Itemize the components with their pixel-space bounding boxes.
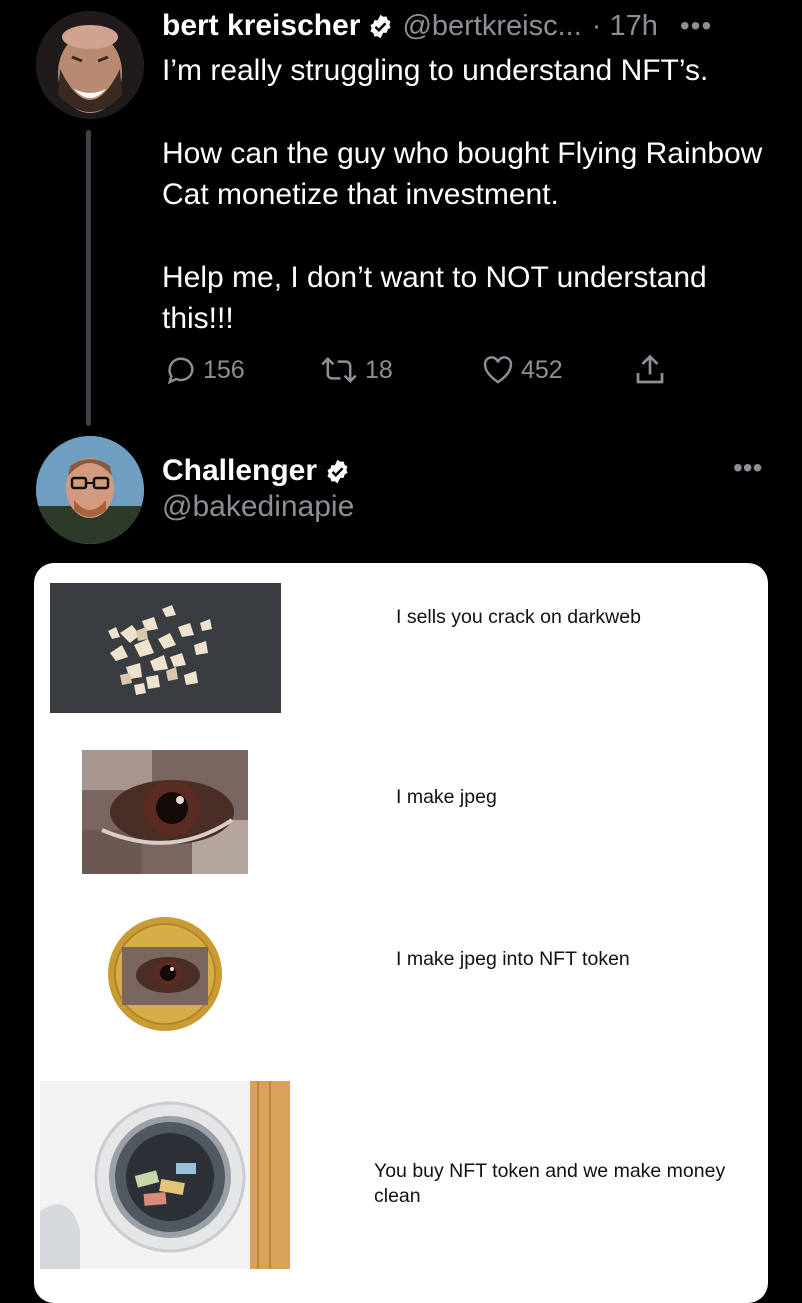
retweet-button[interactable]: 18 [318,350,393,390]
avatar-image [36,436,144,544]
meme-caption: I make jpeg [396,786,497,808]
author-name[interactable]: Challenger [162,454,317,488]
reply-count: 156 [203,355,245,384]
tweet-paragraph: How can the guy who bought Flying Rainbo… [162,137,763,211]
retweet-count: 18 [365,355,393,384]
meme-caption: You buy NFT token and we make money clea… [374,1160,726,1207]
more-options-icon[interactable]: ••• [733,452,762,484]
reply-icon [167,357,194,385]
tweet1-text: I’m really struggling to understand NFT’… [162,50,782,381]
meme-caption: I make jpeg into NFT token [396,948,630,970]
share-button[interactable] [632,350,673,390]
meme-caption: I sells you crack on darkweb [396,606,641,628]
reply-button[interactable]: 156 [164,350,245,390]
tweet-paragraph: Help me, I don’t want to NOT understand … [162,261,707,335]
thread-line [86,130,91,426]
tweet-paragraph: I’m really struggling to understand NFT’… [162,54,709,87]
author-handle[interactable]: @bertkreisc... [402,10,581,43]
tweet1-header: bert kreischer @bertkreisc... · 17h ••• [162,4,712,48]
avatar-image [36,11,144,119]
avatar-challenger[interactable] [36,436,144,544]
eye-jpeg-image [82,750,248,874]
author-handle[interactable]: @bakedinapie [162,490,354,524]
retweet-icon [321,357,357,383]
verified-badge-icon [370,14,391,38]
like-icon [483,356,513,384]
nft-coin-image [108,917,222,1031]
more-options-icon[interactable]: ••• [680,10,712,42]
share-icon [636,354,664,384]
tweet-time[interactable]: · 17h [592,10,658,43]
washing-machine-photo [40,1081,290,1269]
crack-photo [50,583,281,713]
like-button[interactable]: 452 [480,350,563,390]
meme-image[interactable]: I sells you crack on darkweb I make jpeg… [34,563,768,1303]
like-count: 452 [521,355,563,384]
avatar-bert[interactable] [36,11,144,119]
verified-badge-icon [327,459,348,483]
tweet2-header: Challenger [162,450,359,492]
author-name[interactable]: bert kreischer [162,9,360,43]
